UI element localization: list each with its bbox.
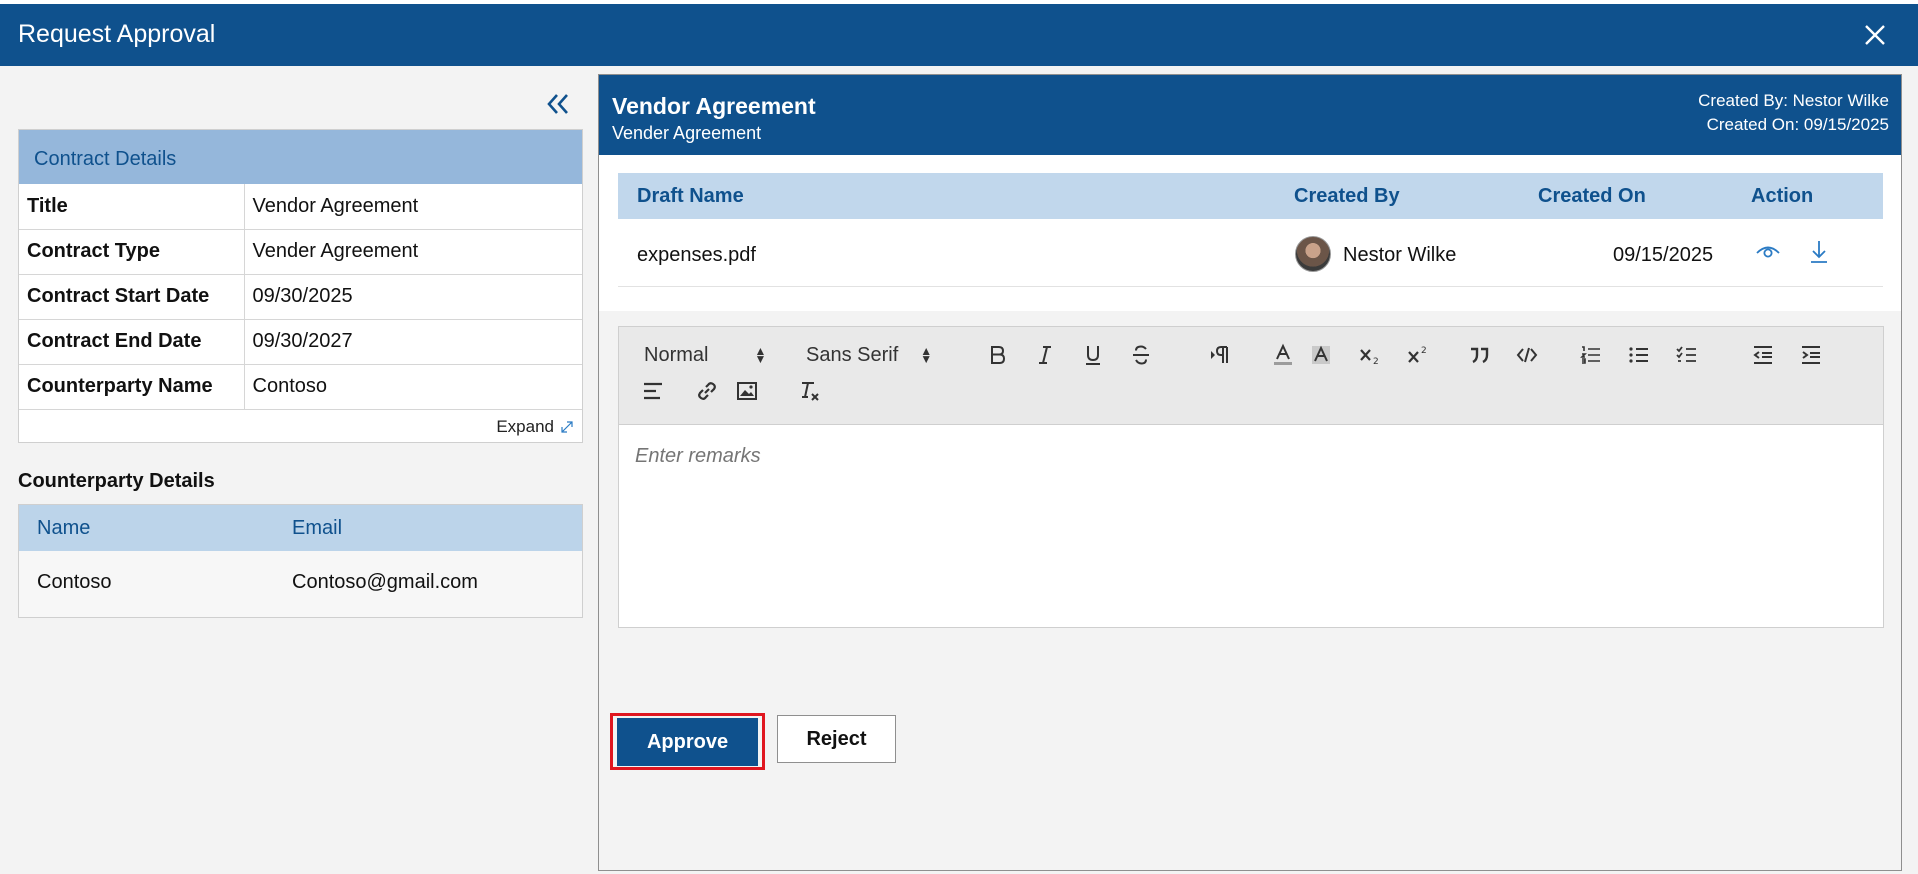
contract-panel: Vendor Agreement Vender Agreement Create…: [598, 74, 1902, 871]
reject-button[interactable]: Reject: [777, 715, 896, 763]
table-row: Contoso Contoso@gmail.com: [19, 551, 582, 617]
font-select-value: Sans Serif: [806, 343, 899, 366]
drafts-section: Draft Name Created By Created On Action …: [599, 155, 1901, 311]
clear-formatting-icon[interactable]: [795, 377, 823, 405]
column-header-action: Action: [1751, 185, 1814, 207]
draft-created-on: 09/15/2025: [1613, 244, 1714, 266]
bold-icon[interactable]: [983, 341, 1011, 369]
font-select[interactable]: Sans Serif ▲ ▼: [806, 341, 951, 369]
svg-text:2: 2: [1421, 346, 1427, 356]
counterparty-section-title: Counterparty Details: [18, 470, 215, 492]
table-row: Title Vendor Agreement: [19, 184, 582, 230]
counterparty-table: Name Email Contoso Contoso@gmail.com: [18, 504, 583, 618]
column-header-email: Email: [292, 517, 343, 539]
draft-name: expenses.pdf: [637, 244, 756, 266]
table-row: Contract End Date 09/30/2027: [19, 319, 582, 365]
background-color-icon[interactable]: [1307, 341, 1335, 369]
field-value: 09/30/2025: [244, 274, 582, 320]
counterparty-name: Contoso: [37, 571, 112, 593]
indent-icon[interactable]: [1797, 341, 1825, 369]
superscript-icon[interactable]: 2: [1403, 341, 1433, 369]
text-direction-icon[interactable]: [1205, 341, 1235, 369]
contract-meta: Created By: Nestor Wilke Created On: 09/…: [1698, 89, 1889, 137]
checklist-icon[interactable]: [1673, 341, 1701, 369]
expand-link[interactable]: Expand: [496, 417, 574, 437]
created-by: Created By: Nestor Wilke: [1698, 91, 1889, 110]
column-header-name: Name: [37, 517, 91, 539]
field-value: Contoso: [244, 364, 582, 410]
remarks-editor: Normal ▲ ▼ Sans Serif ▲ ▼ 2 2 Enter rema…: [618, 326, 1884, 628]
blockquote-icon[interactable]: [1465, 341, 1493, 369]
code-block-icon[interactable]: [1513, 341, 1541, 369]
field-label: Contract End Date: [19, 319, 245, 365]
field-value: Vendor Agreement: [244, 184, 582, 230]
field-label: Title: [19, 184, 245, 230]
dialog-title: Request Approval: [18, 20, 216, 48]
font-color-icon[interactable]: [1269, 341, 1297, 369]
contract-panel-header: Vendor Agreement Vender Agreement Create…: [599, 75, 1901, 155]
column-header-draft-name: Draft Name: [637, 185, 744, 207]
close-icon[interactable]: [1858, 18, 1892, 52]
table-row: expenses.pdf Nestor Wilke 09/15/2025: [618, 219, 1883, 287]
expand-icon: [561, 421, 573, 433]
table-row: Contract Start Date 09/30/2025: [19, 274, 582, 320]
created-on: Created On: 09/15/2025: [1706, 115, 1889, 134]
field-value: Vender Agreement: [244, 229, 582, 275]
table-header: Name Email: [19, 505, 582, 551]
select-arrows-icon: ▲ ▼: [754, 344, 767, 366]
column-header-created-on: Created On: [1538, 185, 1646, 207]
editor-toolbar: Normal ▲ ▼ Sans Serif ▲ ▼ 2 2: [619, 327, 1883, 425]
link-icon[interactable]: [693, 377, 721, 405]
field-label: Contract Type: [19, 229, 245, 275]
bullet-list-icon[interactable]: [1625, 341, 1653, 369]
table-row: Contract Type Vender Agreement: [19, 229, 582, 275]
approve-button[interactable]: Approve: [617, 718, 758, 766]
counterparty-email: Contoso@gmail.com: [292, 571, 478, 593]
dialog-titlebar: Request Approval: [0, 4, 1918, 66]
contract-details-table: Title Vendor Agreement Contract Type Vende…: [19, 184, 582, 410]
table-row: Counterparty Name Contoso: [19, 364, 582, 410]
drafts-table-header: Draft Name Created By Created On Action: [618, 173, 1883, 219]
svg-text:2: 2: [1373, 357, 1379, 367]
strikethrough-icon[interactable]: [1127, 341, 1155, 369]
format-select[interactable]: Normal ▲ ▼: [644, 341, 774, 369]
underline-icon[interactable]: [1079, 341, 1107, 369]
draft-created-by: Nestor Wilke: [1343, 244, 1457, 266]
contract-type: Vender Agreement: [612, 123, 762, 143]
avatar: [1295, 236, 1331, 272]
image-icon[interactable]: [733, 377, 761, 405]
column-header-created-by: Created By: [1294, 185, 1400, 207]
download-icon[interactable]: [1806, 239, 1832, 265]
approve-button-highlight: Approve: [610, 713, 765, 770]
format-select-value: Normal: [644, 343, 709, 366]
expand-label: Expand: [496, 417, 554, 436]
ordered-list-icon[interactable]: [1577, 341, 1605, 369]
subscript-icon[interactable]: 2: [1355, 341, 1385, 369]
field-value: 09/30/2027: [244, 319, 582, 365]
remarks-input[interactable]: [635, 445, 1865, 605]
contract-details-card: Contract Details Title Vendor Agreement C…: [18, 129, 583, 443]
contract-details-header: Contract Details: [19, 130, 582, 184]
field-label: Contract Start Date: [19, 274, 245, 320]
outdent-icon[interactable]: [1749, 341, 1777, 369]
dialog-body: Contract Details Title Vendor Agreement C…: [0, 66, 1918, 874]
view-icon[interactable]: [1755, 239, 1781, 265]
field-label: Counterparty Name: [19, 364, 245, 410]
italic-icon[interactable]: [1031, 341, 1059, 369]
align-left-icon[interactable]: [639, 377, 667, 405]
contract-name: Vendor Agreement: [612, 93, 816, 119]
select-arrows-icon: ▲ ▼: [920, 344, 933, 366]
collapse-panel-icon[interactable]: [544, 90, 572, 118]
